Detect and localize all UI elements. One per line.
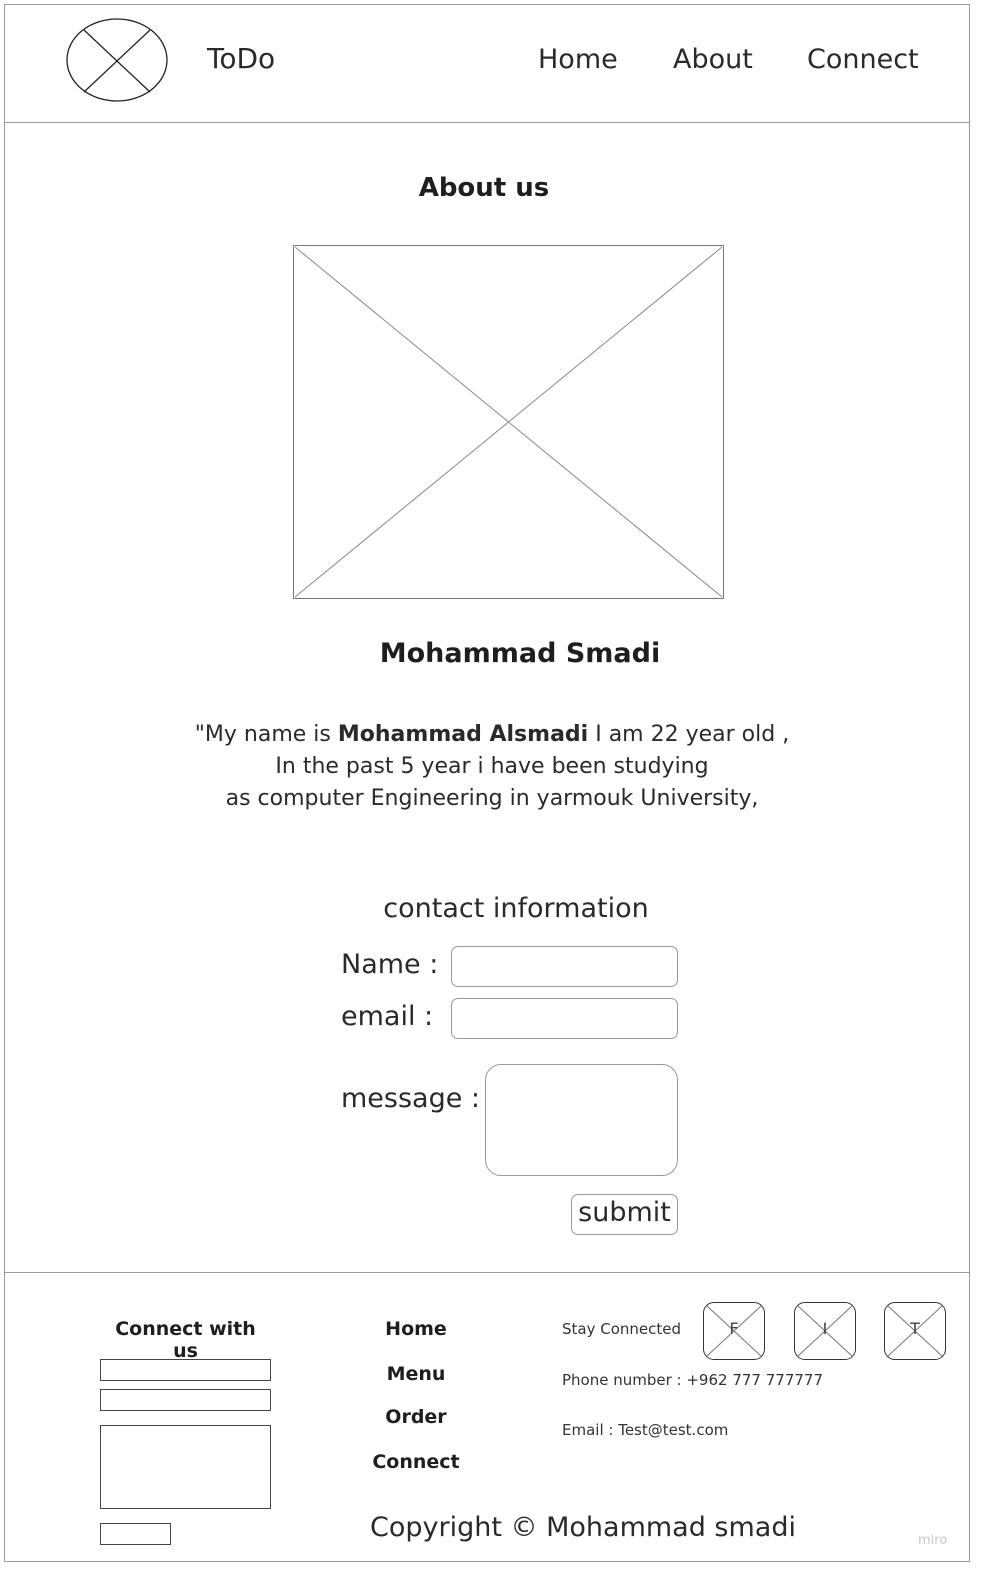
- email-input[interactable]: [451, 998, 678, 1039]
- message-label: message :: [341, 1083, 481, 1114]
- submit-button[interactable]: submit: [571, 1194, 678, 1235]
- footer-connect-title: Connect with us: [115, 1318, 256, 1362]
- contact-title: contact information: [383, 893, 649, 924]
- footer-link-order[interactable]: Order: [360, 1406, 472, 1428]
- message-textarea[interactable]: [485, 1064, 678, 1176]
- facebook-icon[interactable]: F: [703, 1302, 765, 1360]
- footer-link-menu[interactable]: Menu: [360, 1363, 472, 1385]
- bio-line-3: as computer Engineering in yarmouk Unive…: [225, 786, 759, 811]
- bio-line-1: "My name is Mohammad Alsmadi I am 22 yea…: [0, 719, 984, 751]
- header-divider: [4, 122, 970, 123]
- footer-link-connect[interactable]: Connect: [360, 1451, 472, 1473]
- stay-connected-label: Stay Connected: [562, 1320, 682, 1338]
- phone-number: Phone number : +962 777 777777: [562, 1371, 823, 1389]
- bio-text: "My name is Mohammad Alsmadi I am 22 yea…: [0, 719, 984, 815]
- bio-suffix: I am 22 year old ,: [588, 722, 790, 747]
- twitter-icon[interactable]: T: [884, 1302, 946, 1360]
- bio-bold-name: Mohammad Alsmadi: [337, 722, 589, 747]
- instagram-letter: I: [822, 1319, 828, 1338]
- person-name: Mohammad Smadi: [379, 638, 661, 669]
- name-input[interactable]: [451, 946, 678, 987]
- bio-prefix: "My name is: [194, 722, 338, 747]
- instagram-icon[interactable]: I: [794, 1302, 856, 1360]
- nav-connect[interactable]: Connect: [807, 44, 919, 75]
- about-image-placeholder: [293, 245, 724, 599]
- app-title: ToDo: [207, 42, 276, 75]
- twitter-letter: T: [910, 1319, 920, 1338]
- section-title: About us: [418, 173, 550, 203]
- contact-email: Email : Test@test.com: [562, 1421, 729, 1439]
- bio-line-2: In the past 5 year i have been studying: [275, 754, 709, 779]
- footer-divider: [4, 1272, 970, 1273]
- email-label: email :: [341, 1001, 434, 1032]
- copyright: Copyright © Mohammad smadi: [370, 1512, 796, 1543]
- nav-home[interactable]: Home: [538, 44, 618, 75]
- name-label: Name :: [341, 949, 439, 980]
- footer-email-input[interactable]: [100, 1389, 271, 1411]
- nav-about[interactable]: About: [673, 44, 753, 75]
- facebook-letter: F: [729, 1319, 739, 1338]
- miro-watermark: miro: [918, 1533, 948, 1548]
- logo-icon[interactable]: [66, 18, 168, 102]
- footer-submit-button[interactable]: [100, 1523, 171, 1545]
- footer-message-textarea[interactable]: [100, 1425, 271, 1509]
- footer-link-home[interactable]: Home: [360, 1318, 472, 1340]
- footer-name-input[interactable]: [100, 1359, 271, 1381]
- submit-label: submit: [578, 1197, 671, 1228]
